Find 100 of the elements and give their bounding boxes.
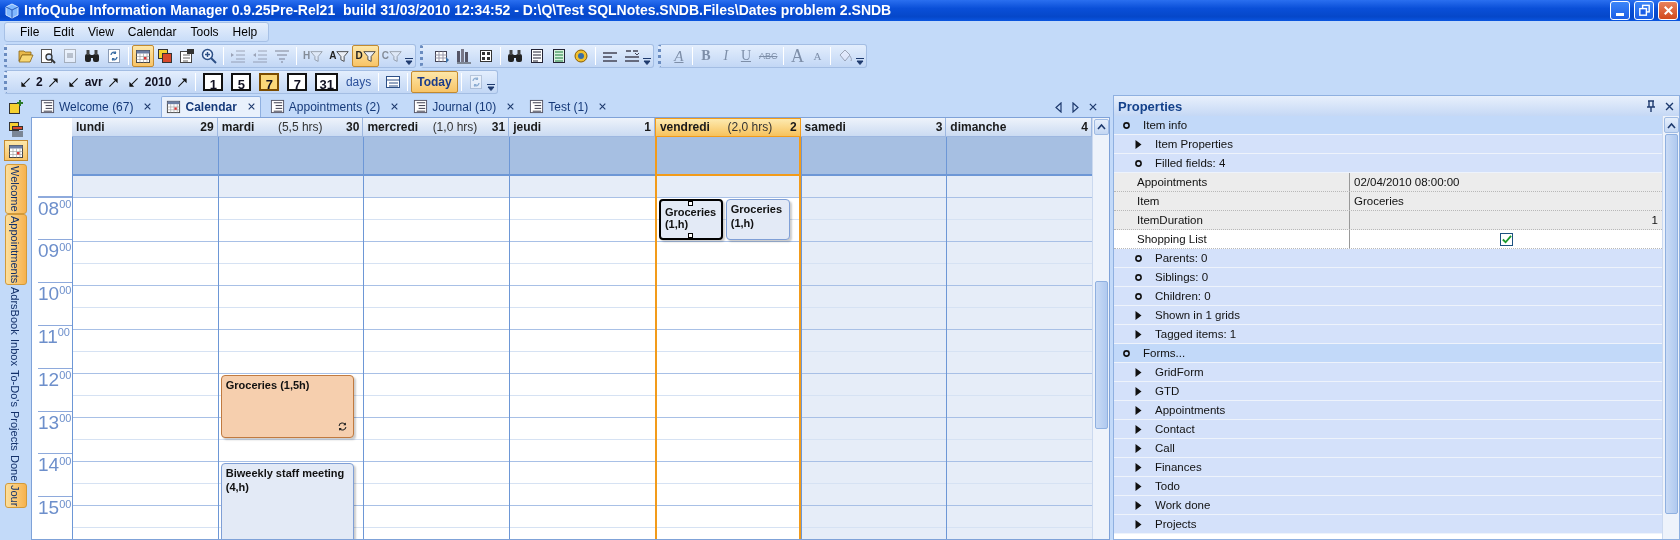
filter-button[interactable]: D [352, 45, 379, 68]
scroll-right-icon[interactable] [1071, 101, 1080, 113]
expanded-bullet-icon[interactable] [1134, 253, 1143, 263]
tree-item[interactable]: Call [1155, 439, 1175, 458]
days-button[interactable]: 1 [203, 73, 224, 92]
expanded-bullet-icon[interactable] [1134, 272, 1143, 282]
expanded-bullet-icon[interactable] [1134, 291, 1143, 301]
collapsed-arrow-icon[interactable] [1134, 309, 1143, 321]
tree-item[interactable]: Projects [1155, 515, 1197, 534]
scroll-left-icon[interactable] [1054, 101, 1063, 113]
restore-button[interactable] [1634, 1, 1654, 21]
menu-item[interactable]: File [13, 22, 47, 43]
today-button[interactable]: Today [411, 71, 458, 94]
menu-item[interactable]: Help [225, 22, 265, 43]
property-row[interactable]: Appointments 02/04/2010 08:00:00 [1114, 173, 1662, 193]
calendar-event[interactable]: Biweekly staff meeting (4,h) [220, 462, 355, 539]
filter-button[interactable]: A [326, 45, 353, 68]
expanded-bullet-icon[interactable] [1134, 158, 1143, 168]
tree-item[interactable]: Forms... [1143, 344, 1186, 363]
side-tab[interactable]: Jour [4, 482, 27, 509]
tree-item[interactable]: Appointments [1155, 401, 1226, 420]
collapsed-arrow-icon[interactable] [1134, 138, 1143, 150]
side-tab[interactable]: Inbox [4, 337, 27, 368]
side-tab[interactable]: Projects [4, 408, 27, 453]
resize-handle[interactable] [687, 232, 693, 238]
minimize-button[interactable] [1610, 1, 1630, 21]
collapsed-arrow-icon[interactable] [1134, 442, 1143, 454]
days-button[interactable]: 7 [287, 73, 308, 92]
off-hours-slot[interactable] [510, 175, 655, 198]
property-row[interactable]: ItemDuration 1 [1114, 211, 1662, 231]
property-row[interactable]: Item Groceries [1114, 192, 1662, 212]
menu-item[interactable]: Tools [183, 22, 226, 43]
tree-item[interactable]: Todo [1155, 477, 1180, 496]
tree-item[interactable]: Contact [1155, 420, 1195, 439]
menu-item[interactable]: Calendar [120, 22, 184, 43]
collapsed-arrow-icon[interactable] [1134, 404, 1143, 416]
collapsed-arrow-icon[interactable] [1134, 461, 1143, 473]
tree-item[interactable]: Filled fields: 4 [1155, 154, 1226, 173]
overflow-icon[interactable] [486, 83, 495, 91]
tree-item[interactable]: Finances [1155, 458, 1202, 477]
days-button[interactable]: 5 [231, 73, 252, 92]
tree-item[interactable]: Siblings: 0 [1155, 268, 1209, 287]
sidebar-tool-button[interactable] [3, 140, 28, 162]
days-button[interactable]: 7 [259, 73, 280, 92]
side-tab[interactable]: Appointments [4, 214, 27, 286]
days-button[interactable]: 31 [315, 73, 338, 92]
overflow-icon[interactable] [642, 57, 651, 65]
side-tab[interactable]: AdrsBook [4, 285, 27, 338]
checkbox[interactable] [1499, 232, 1513, 246]
calendar-event[interactable]: Groceries (1,5h) [220, 374, 355, 438]
collapsed-arrow-icon[interactable] [1134, 518, 1143, 530]
overflow-icon[interactable] [404, 57, 413, 65]
document-tab[interactable]: Appointments (2) [264, 95, 405, 117]
tree-item[interactable]: GridForm [1155, 363, 1204, 382]
tree-item[interactable]: Shown in 1 grids [1155, 306, 1241, 325]
side-tab[interactable]: Done [4, 452, 27, 483]
expanded-bullet-icon[interactable] [1122, 348, 1131, 358]
side-tab[interactable]: Welcome [4, 164, 27, 215]
menu-item[interactable]: Edit [46, 22, 82, 43]
property-row[interactable]: Shopping List [1114, 230, 1662, 250]
tab-close-icon[interactable] [390, 102, 400, 112]
document-tab[interactable]: Calendar [161, 95, 261, 117]
menu-item[interactable]: View [81, 22, 121, 43]
tree-item[interactable]: Work done [1155, 496, 1211, 515]
tree-item[interactable]: Item info [1143, 116, 1188, 135]
collapsed-arrow-icon[interactable] [1134, 499, 1143, 511]
collapsed-arrow-icon[interactable] [1134, 423, 1143, 435]
tree-item[interactable]: GTD [1155, 382, 1180, 401]
collapsed-arrow-icon[interactable] [1134, 328, 1143, 340]
toolbar-button[interactable] [132, 45, 154, 68]
close-icon[interactable] [1088, 102, 1098, 113]
scroll-thumb[interactable] [1664, 134, 1678, 515]
overflow-icon[interactable] [856, 57, 865, 65]
document-tab[interactable]: Test (1) [524, 95, 613, 117]
calendar-event[interactable]: Groceries (1,h) [658, 198, 723, 240]
scroll-up-button[interactable] [1663, 117, 1679, 134]
tree-item[interactable]: Item Properties [1155, 135, 1233, 154]
collapsed-arrow-icon[interactable] [1134, 480, 1143, 492]
scroll-thumb[interactable] [1094, 280, 1108, 429]
close-button[interactable] [1658, 1, 1678, 21]
tree-item[interactable]: Tagged items: 1 [1155, 325, 1237, 344]
pin-icon[interactable] [1646, 100, 1656, 113]
collapsed-arrow-icon[interactable] [1134, 385, 1143, 397]
side-tab[interactable]: To-Do's [4, 367, 27, 409]
close-icon[interactable] [1664, 100, 1675, 112]
tree-item[interactable]: Children: 0 [1155, 287, 1211, 306]
document-tab[interactable]: Welcome (67) [35, 95, 158, 117]
scroll-up-button[interactable] [1093, 118, 1109, 135]
off-hours-slot[interactable] [73, 175, 218, 198]
tab-close-icon[interactable] [246, 102, 256, 112]
off-hours-slot[interactable] [218, 175, 364, 198]
off-hours-slot[interactable] [947, 175, 1093, 198]
off-hours-slot[interactable] [801, 175, 947, 198]
resize-handle[interactable] [687, 200, 693, 206]
tab-close-icon[interactable] [143, 102, 153, 112]
tab-close-icon[interactable] [506, 102, 516, 112]
tree-item[interactable]: Parents: 0 [1155, 249, 1208, 268]
calendar-event[interactable]: Groceries (1,h) [725, 198, 790, 240]
collapsed-arrow-icon[interactable] [1134, 366, 1143, 378]
off-hours-slot[interactable] [364, 175, 510, 198]
